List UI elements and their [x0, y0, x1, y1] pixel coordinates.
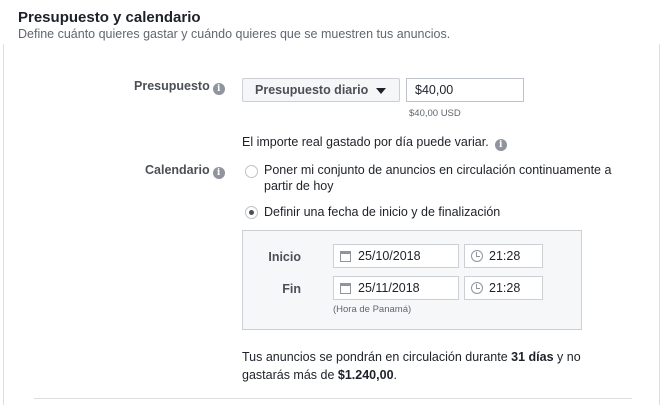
budget-type-value: Presupuesto diario [255, 83, 369, 97]
caret-down-icon [376, 88, 386, 94]
end-time-input[interactable]: 21:28 [464, 276, 543, 300]
budget-note-row: El importe real gastado por día puede va… [242, 135, 507, 151]
timezone-note: (Hora de Panamá) [333, 304, 412, 315]
schedule-label: Calendario [145, 163, 210, 177]
budget-type-dropdown[interactable]: Presupuesto diario [242, 78, 400, 102]
budget-label-row: Presupuesto i [134, 79, 225, 95]
divider-left [3, 44, 4, 405]
start-label: Inicio [268, 250, 301, 264]
budget-note: El importe real gastado por día puede va… [242, 135, 489, 149]
budget-schedule-card: Presupuesto y calendario Define cuánto q… [0, 0, 671, 405]
schedule-label-row: Calendario i [145, 163, 225, 179]
info-icon[interactable]: i [212, 83, 225, 95]
date-range-box: Inicio 25/10/2018 21:28 Fin 25/11/2018 2… [242, 230, 582, 330]
radio-continuous-label[interactable]: Poner mi conjunto de anuncios en circula… [264, 162, 634, 194]
section-title: Presupuesto y calendario [18, 9, 201, 26]
budget-label: Presupuesto [134, 79, 210, 93]
info-icon[interactable]: i [494, 139, 507, 151]
radio-dates-label[interactable]: Definir una fecha de inicio y de finaliz… [264, 204, 500, 220]
section-subtitle: Define cuánto quieres gastar y cuándo qu… [18, 27, 451, 41]
end-date-input[interactable]: 25/11/2018 [333, 276, 459, 300]
end-date-value: 25/11/2018 [358, 281, 420, 295]
info-icon[interactable]: i [212, 167, 225, 179]
start-date-value: 25/10/2018 [358, 249, 421, 263]
start-time-input[interactable]: 21:28 [464, 244, 543, 268]
start-time-value: 21:28 [489, 249, 521, 263]
summary-suffix: . [393, 368, 397, 382]
summary-prefix: Tus anuncios se pondrán en circulación d… [242, 350, 508, 364]
end-label: Fin [282, 282, 301, 296]
calendar-icon [340, 283, 351, 294]
clock-icon [471, 282, 483, 294]
summary-total: $1.240,00 [337, 368, 394, 382]
end-time-value: 21:28 [489, 281, 521, 295]
divider-right [659, 44, 660, 405]
bottom-divider [34, 398, 632, 399]
calendar-icon [340, 251, 351, 262]
budget-amount-input[interactable]: $40,00 [406, 78, 524, 102]
radio-continuous[interactable] [245, 165, 258, 178]
budget-amount-value: $40,00 [415, 83, 454, 97]
radio-dates[interactable] [245, 206, 258, 219]
summary-days: 31 días [511, 350, 554, 364]
clock-icon [471, 250, 483, 262]
delivery-summary: Tus anuncios se pondrán en circulación d… [242, 348, 622, 384]
start-date-input[interactable]: 25/10/2018 [333, 244, 459, 268]
budget-amount-hint: $40,00 USD [409, 108, 461, 119]
